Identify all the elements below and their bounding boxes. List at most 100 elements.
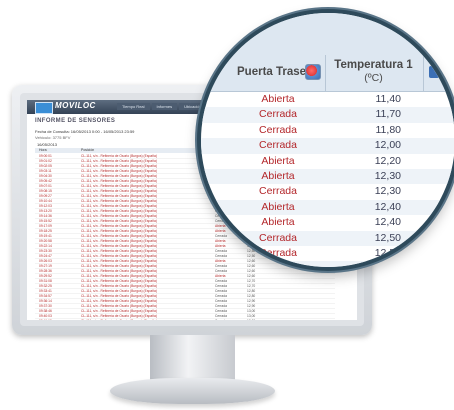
- mini-cell: CL-111, s/n - Refinería de Osorio (Burgo…: [81, 189, 157, 193]
- mini-cell: 09:08:15: [39, 189, 52, 193]
- door-state-cell: Abierta: [261, 200, 295, 213]
- mini-cell: 09:03:11: [39, 169, 52, 173]
- mini-cell: CL-111, s/n - Refinería de Osorio (Burgo…: [81, 284, 157, 288]
- mini-cell: CL-111, s/n - Refinería de Osorio (Burgo…: [81, 184, 157, 188]
- mini-cell: CL-111, s/n - Refinería de Osorio (Burgo…: [81, 219, 157, 223]
- mini-cell: CL-111, s/n - Refinería de Osorio (Burgo…: [81, 174, 157, 178]
- mini-cell: 09:34:57: [39, 294, 52, 298]
- mini-cell: CL-111, s/n - Refinería de Osorio (Burgo…: [81, 239, 157, 243]
- table-row: Abierta 11,40: [201, 92, 454, 107]
- mini-cell: 12,90: [247, 299, 256, 303]
- mini-cell: 12,80: [247, 289, 256, 293]
- mini-cell: 12,60: [247, 274, 256, 278]
- table-row: Abierta 12,20: [201, 154, 454, 169]
- temperature-cell: 12,40: [374, 216, 401, 229]
- door-state-cell: Cerrada: [259, 231, 297, 244]
- query-date-range: Fecha de Consulta: 16/05/2013 0:00 - 16/…: [35, 129, 135, 134]
- temperature-cell: 11,80: [375, 123, 402, 136]
- door-state-cell: Abierta: [261, 170, 295, 182]
- mini-cell: 09:31:08: [39, 279, 52, 283]
- door-state-cell: Cerrada: [259, 139, 297, 152]
- mini-cell: CL-111, s/n - Refinería de Osorio (Burgo…: [81, 319, 157, 320]
- mini-cell: CL-111, s/n - Refinería de Osorio (Burgo…: [81, 254, 157, 258]
- mini-cell: CL-111, s/n - Refinería de Osorio (Burgo…: [81, 249, 157, 253]
- table-row: Abierta 12,40: [201, 215, 454, 230]
- mini-cell: 09:38:46: [39, 309, 52, 313]
- mini-cell: 09:26:03: [39, 259, 52, 263]
- mini-cell: 09:32:25: [39, 284, 52, 288]
- mini-cell: 13,00: [247, 314, 256, 318]
- mini-cell: CL-111, s/n - Refinería de Osorio (Burgo…: [81, 309, 157, 313]
- mini-cell: CL-111, s/n - Refinería de Osorio (Burgo…: [81, 209, 157, 213]
- door-state-cell: Cerrada: [259, 185, 297, 198]
- door-state-cell: Abierta: [261, 93, 295, 105]
- door-state-cell: Cerrada: [259, 123, 297, 136]
- sensor-config-icon[interactable]: [305, 64, 321, 80]
- mini-cell: CL-111, s/n - Refinería de Osorio (Burgo…: [81, 194, 157, 198]
- mini-cell: 09:17:09: [39, 224, 52, 228]
- temperature-cell: 12,30: [374, 185, 401, 198]
- mini-cell: 12,70: [247, 284, 256, 288]
- monitor-stand-base: [110, 378, 275, 404]
- mini-cell: 09:36:14: [39, 299, 52, 303]
- mini-cell: CL-111, s/n - Refinería de Osorio (Burgo…: [81, 169, 157, 173]
- temperature-cell: 12,00: [374, 139, 401, 152]
- vehicle-label: Vehículo: 3775 BFV: [35, 135, 71, 140]
- mini-cell: 09:18:25: [39, 229, 52, 233]
- mini-cell: CL-111, s/n - Refinería de Osorio (Burgo…: [81, 159, 157, 163]
- temperature-cell: 11,70: [375, 108, 402, 121]
- mini-cell: CL-111, s/n - Refinería de Osorio (Burgo…: [81, 264, 157, 268]
- temperature-cell: 12,30: [374, 170, 401, 182]
- date-group-header[interactable]: 16/05/2013: [37, 142, 57, 147]
- mini-cell: 09:22:14: [39, 244, 52, 248]
- mini-cell: 09:14:36: [39, 214, 52, 218]
- nav-tab-realtime[interactable]: Tiempo Real: [117, 103, 150, 110]
- mini-cell: 09:01:02: [39, 159, 52, 163]
- mini-cell: Cerrada: [215, 269, 227, 273]
- temperature-cell: 12,60: [374, 262, 401, 271]
- mini-cell: 09:00:01: [39, 154, 52, 158]
- door-state-cell: Abierta: [261, 216, 295, 229]
- magnifier-lens: Puerta Trasera Temperatura 1 (ºC) Abiert…: [197, 9, 454, 271]
- mini-cell: CL-111, s/n - Refinería de Osorio (Burgo…: [81, 234, 157, 238]
- mini-cell: 13,00: [247, 309, 256, 313]
- header-divider: [423, 55, 424, 91]
- temperature-cell: 12,20: [374, 154, 401, 167]
- column-options-icon[interactable]: [429, 66, 439, 78]
- mini-cell: CL-111, s/n - Refinería de Osorio (Burgo…: [81, 229, 157, 233]
- col-header-temperature[interactable]: Temperatura 1: [326, 59, 421, 71]
- col-header-temperature-unit: (ºC): [364, 72, 383, 84]
- mini-cell: 09:23:30: [39, 249, 52, 253]
- temperature-cell: 12,40: [374, 200, 401, 213]
- mini-cell: Cerrada: [215, 294, 227, 298]
- mini-cell: 12,60: [247, 269, 256, 273]
- mini-cell: 09:27:19: [39, 264, 52, 268]
- mini-cell: 12,80: [247, 294, 256, 298]
- table-row: Abierta 12,30: [201, 169, 454, 185]
- mini-cell: 09:02:05: [39, 164, 52, 168]
- table-row: Cerrada 11,70: [201, 107, 454, 123]
- nav-tab-reports[interactable]: Informes: [151, 103, 178, 110]
- mini-cell: 09:09:27: [39, 194, 52, 198]
- mini-cell: Cerrada: [215, 279, 227, 283]
- door-state-cell: Cerrada: [259, 108, 297, 121]
- table-row: Cerrada 12,30: [201, 184, 454, 199]
- mini-cell: CL-111, s/n - Refinería de Osorio (Burgo…: [81, 179, 157, 183]
- mini-cell: 09:20:58: [39, 239, 52, 243]
- door-state-cell: Cerrada: [259, 247, 297, 259]
- mini-cell: CL-111, s/n - Refinería de Osorio (Burgo…: [81, 214, 157, 218]
- mini-cell: CL-111, s/n - Refinería de Osorio (Burgo…: [81, 164, 157, 168]
- mini-cell: CL-111, s/n - Refinería de Osorio (Burgo…: [81, 289, 157, 293]
- mini-cell: Cerrada: [215, 304, 227, 308]
- mini-cell: 09:28:36: [39, 269, 52, 273]
- mini-col-position: Posición: [81, 148, 95, 152]
- mini-cell: 12,90: [247, 304, 256, 308]
- mini-cell: 09:41:19: [39, 319, 52, 320]
- mini-cell: CL-111, s/n - Refinería de Osorio (Burgo…: [81, 299, 157, 303]
- mini-cell: CL-111, s/n - Refinería de Osorio (Burgo…: [81, 244, 157, 248]
- mini-cell: 09:15:52: [39, 219, 52, 223]
- mini-cell: 09:37:30: [39, 304, 52, 308]
- mini-cell: CL-111, s/n - Refinería de Osorio (Burgo…: [81, 304, 157, 308]
- mini-cell: 12,70: [247, 279, 256, 283]
- mini-cell: 09:19:41: [39, 234, 52, 238]
